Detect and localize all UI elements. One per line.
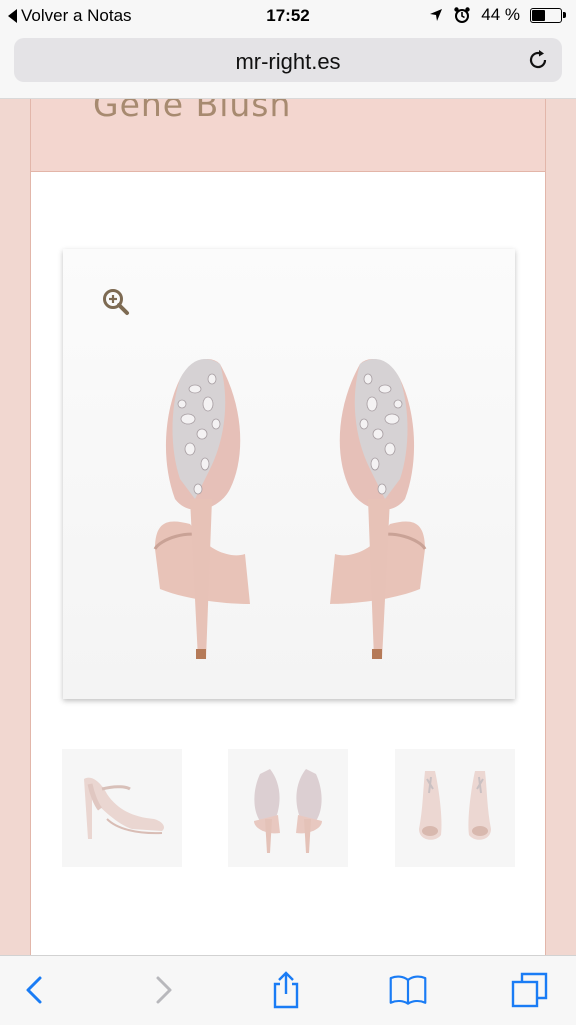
browser-toolbar (0, 955, 576, 1025)
thumbnail-side-image (84, 777, 165, 839)
alarm-icon (454, 7, 470, 23)
thumbnail-front-image (419, 771, 491, 840)
book-icon[interactable] (388, 970, 428, 1010)
battery-percent: 44 % (481, 5, 520, 24)
status-bar: Volver a Notas 17:52 44 % (0, 0, 576, 32)
battery-icon (530, 7, 566, 23)
thumbnail-front-view[interactable] (395, 749, 515, 867)
url-text: mr-right.es (235, 49, 341, 74)
tabs-icon[interactable] (510, 970, 550, 1010)
product-title: Gene Blush (93, 99, 292, 124)
zoom-in-icon[interactable] (102, 288, 130, 316)
chevron-right-icon[interactable] (142, 970, 182, 1010)
location-icon (430, 9, 443, 21)
web-page: Gene Blush (0, 99, 576, 955)
title-band: Gene Blush (31, 99, 545, 172)
browser-header: mr-right.es (0, 32, 576, 99)
battery-fill (532, 9, 546, 21)
reload-icon[interactable] (526, 48, 550, 72)
address-bar[interactable]: mr-right.es (14, 38, 562, 82)
column-border-right (545, 99, 546, 955)
thumbnail-rear-view[interactable] (228, 749, 348, 867)
status-indicators: 44 % (429, 5, 566, 25)
thumbnail-rear-image (254, 769, 322, 853)
shoes-rear-view-image (153, 359, 427, 659)
chevron-left-icon[interactable] (16, 970, 56, 1010)
thumbnail-side-view[interactable] (62, 749, 182, 867)
share-icon[interactable] (266, 970, 306, 1010)
